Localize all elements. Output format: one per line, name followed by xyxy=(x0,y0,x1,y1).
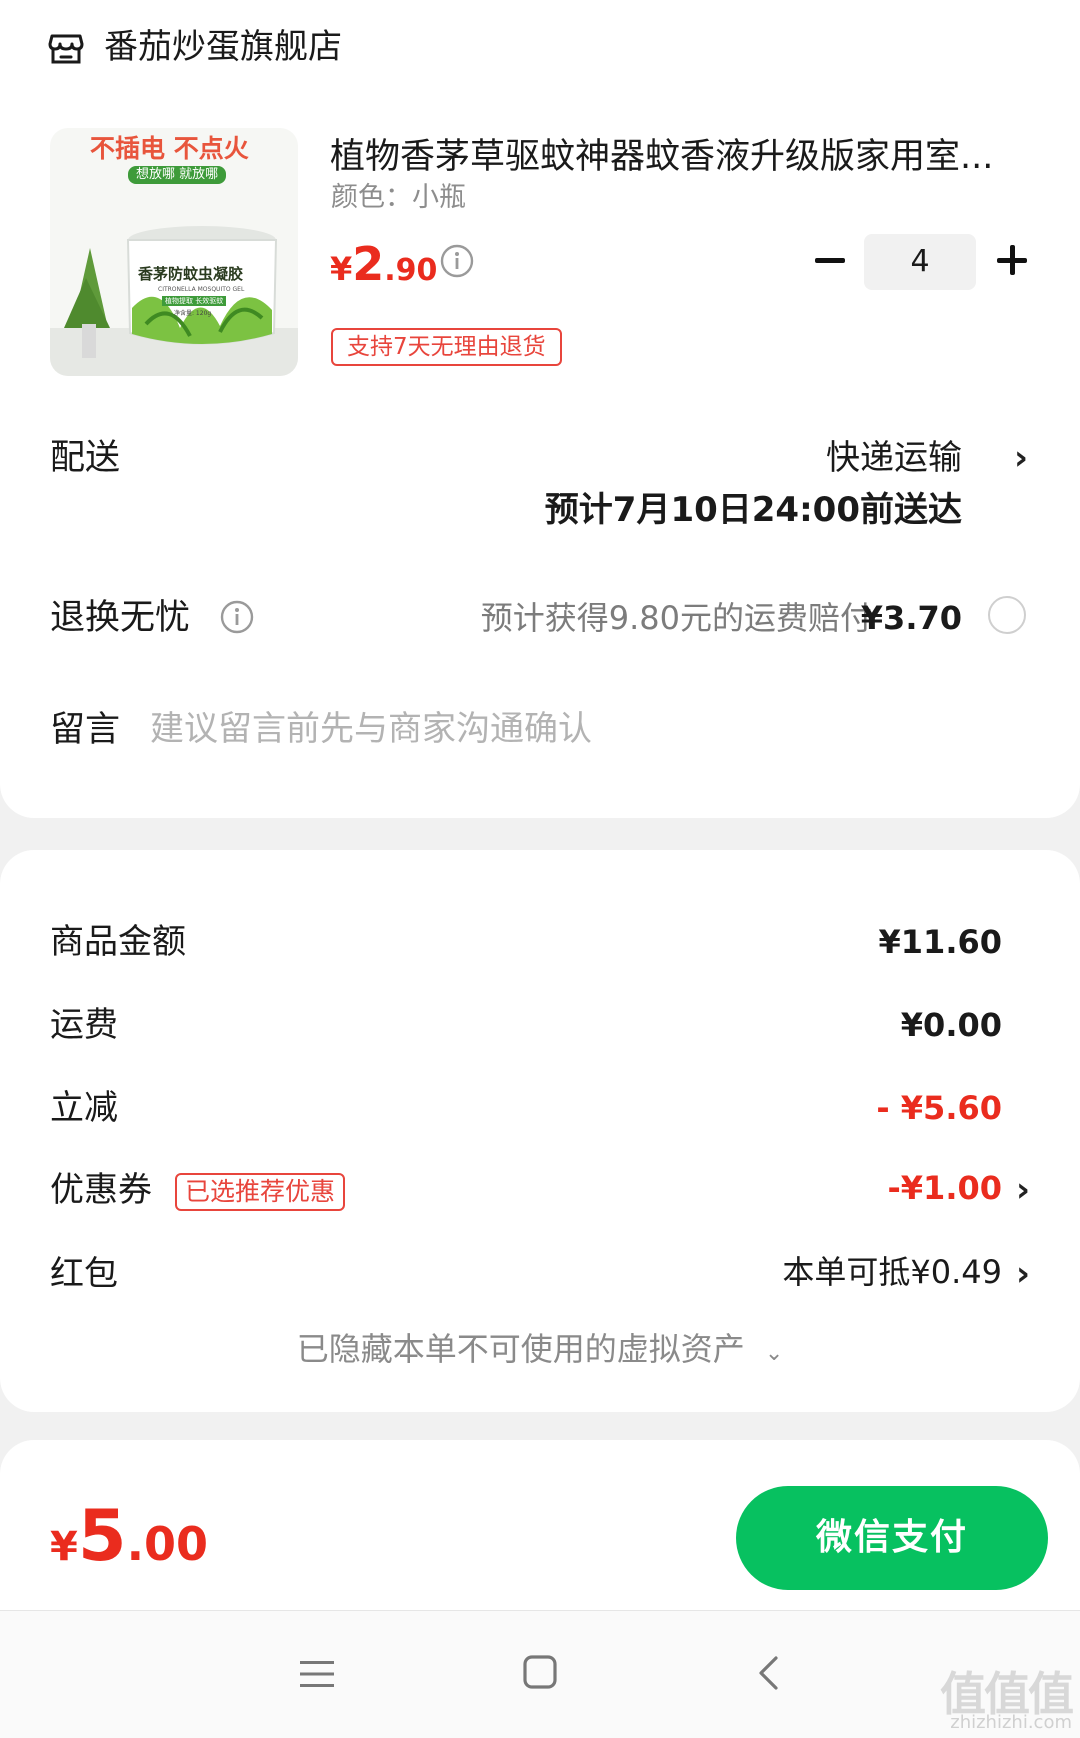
return-insurance-info-icon[interactable] xyxy=(220,600,254,634)
store-name[interactable]: 番茄炒蛋旗舰店 xyxy=(104,24,342,70)
return-insurance-price: ¥3.70 xyxy=(860,599,962,637)
home-icon[interactable] xyxy=(523,1655,557,1689)
product-image[interactable]: 不插电 不点火 想放哪 就放哪 香茅防蚊虫凝胶 CITRONELLA MOSQU… xyxy=(50,128,298,376)
chevron-down-icon: ⌄ xyxy=(764,1341,784,1366)
unit-price: ¥2.90 xyxy=(330,237,438,291)
price-info-icon[interactable] xyxy=(440,244,474,278)
store-icon xyxy=(48,34,84,64)
return-insurance-label: 退换无忧 xyxy=(50,598,191,638)
red-packet-label: 红包 xyxy=(50,1254,118,1294)
message-input[interactable] xyxy=(150,702,910,756)
goods-amount-value: ¥11.60 xyxy=(878,923,1002,961)
image-sub-banner: 想放哪 就放哪 xyxy=(128,166,227,184)
minus-icon xyxy=(815,257,845,263)
hidden-assets-toggle[interactable]: 已隐藏本单不可使用的虚拟资产 ⌄ xyxy=(0,1326,1080,1377)
image-jar-tag: 植物提取 长效驱蚊 xyxy=(162,296,227,306)
hidden-assets-label: 已隐藏本单不可使用的虚拟资产 xyxy=(296,1330,745,1368)
instant-discount-label: 立减 xyxy=(50,1088,118,1128)
back-icon[interactable] xyxy=(756,1655,780,1691)
return-policy-tag: 支持7天无理由退货 xyxy=(331,328,562,366)
menu-icon[interactable] xyxy=(300,1659,334,1689)
chevron-right-icon[interactable]: › xyxy=(1016,1250,1030,1298)
red-packet-value[interactable]: 本单可抵¥0.49 xyxy=(782,1248,1002,1296)
message-label: 留言 xyxy=(50,710,121,750)
shipping-fee-value: ¥0.00 xyxy=(900,1006,1002,1044)
instant-discount-value: - ¥5.60 xyxy=(876,1089,1002,1127)
product-spec[interactable]: 颜色：小瓶 xyxy=(331,180,466,216)
quantity-increase-button[interactable] xyxy=(992,240,1032,280)
image-jar-label: 香茅防蚊虫凝胶 xyxy=(138,265,244,283)
total-price: ¥5.00 xyxy=(50,1495,209,1577)
chevron-right-icon[interactable]: › xyxy=(1016,1166,1030,1214)
wechat-pay-button[interactable]: 微信支付 xyxy=(736,1486,1048,1590)
image-jar-sub: CITRONELLA MOSQUITO GEL xyxy=(158,286,245,293)
image-jar-weight: 净含量: 120g xyxy=(174,310,212,317)
coupon-label: 优惠券 xyxy=(50,1170,152,1210)
delivery-eta: 预计7月10日24:00前送达 xyxy=(544,490,962,530)
delivery-label: 配送 xyxy=(50,438,121,478)
product-title[interactable]: 植物香茅草驱蚊神器蚊香液升级版家用室... xyxy=(330,134,1020,180)
delivery-method[interactable]: 快递运输 xyxy=(826,434,962,482)
coupon-selected-tag: 已选推荐优惠 xyxy=(175,1173,346,1211)
coupon-value[interactable]: -¥1.00 xyxy=(888,1164,1003,1212)
goods-amount-label: 商品金额 xyxy=(50,922,186,962)
quantity-decrease-button[interactable] xyxy=(810,240,850,280)
quantity-stepper[interactable]: 4 xyxy=(864,234,976,290)
shipping-fee-label: 运费 xyxy=(50,1005,118,1045)
watermark-url: zhizhizhi.com xyxy=(950,1712,1072,1733)
image-banner-text: 不插电 不点火 xyxy=(90,134,249,163)
order-item-card: 番茄炒蛋旗舰店 不插电 不点火 想放哪 就放哪 香茅防蚊虫凝胶 CITRONEL… xyxy=(0,0,1080,818)
return-insurance-desc: 预计获得9.80元的运费赔付 xyxy=(480,599,872,637)
system-nav-bar xyxy=(0,1610,1080,1738)
chevron-right-icon[interactable]: › xyxy=(1014,434,1028,482)
return-insurance-radio[interactable] xyxy=(988,596,1026,634)
